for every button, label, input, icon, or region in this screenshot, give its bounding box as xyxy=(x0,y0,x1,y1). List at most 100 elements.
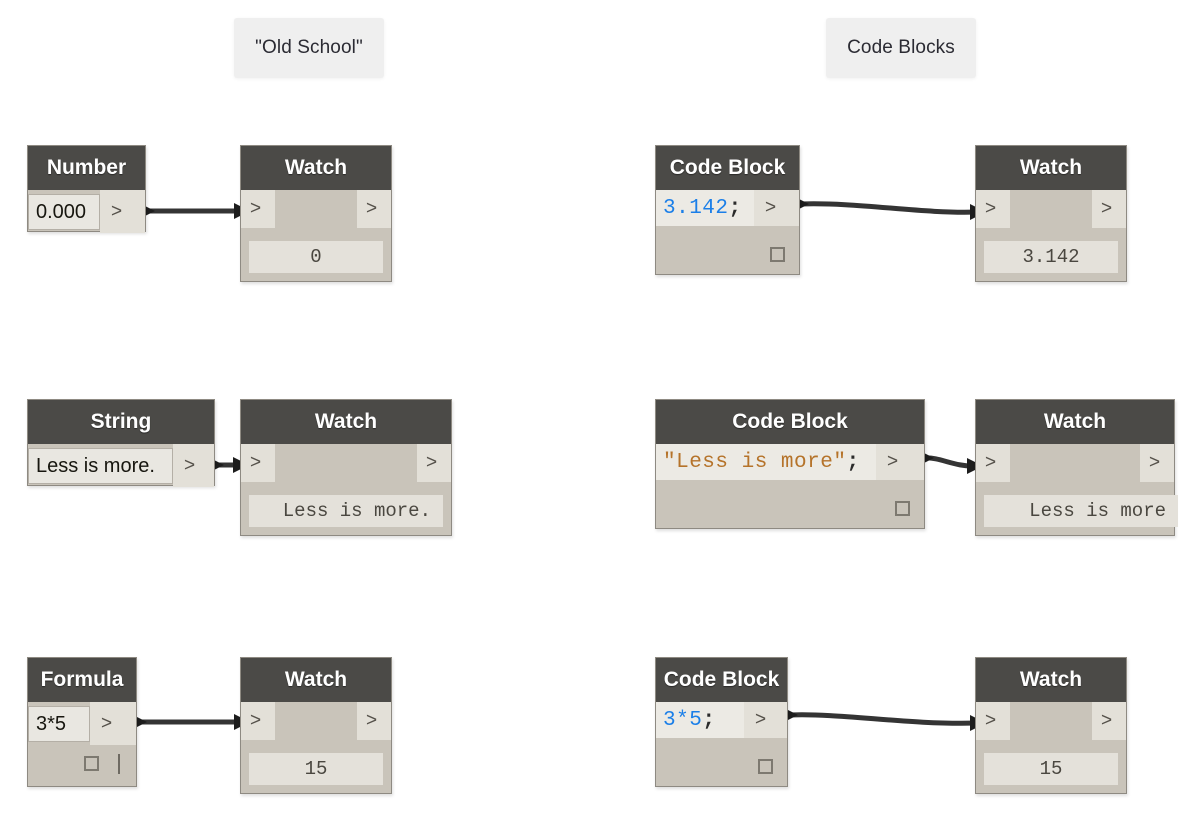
watch-number-value-text: 0 xyxy=(310,246,322,268)
node-string[interactable]: String Less is more. > xyxy=(27,399,215,487)
codeblock-formula-output-port[interactable]: > xyxy=(744,702,787,738)
codeblock-formula-literal: 3*5 xyxy=(663,708,703,732)
number-value-text: 0.000 xyxy=(36,200,87,223)
node-formula-port-row: 3*5 > xyxy=(28,702,136,745)
watch-cb-string-port-row: > > xyxy=(976,444,1174,482)
node-codeblock-number-title: Code Block xyxy=(669,156,786,179)
node-watch-string[interactable]: Watch > > Less is more. xyxy=(240,399,452,536)
string-value-text: Less is more. xyxy=(36,454,155,477)
chevron-right-icon: > xyxy=(250,710,262,731)
node-watch-string-header: Watch xyxy=(241,400,451,444)
node-watch-codeblock-formula-header: Watch xyxy=(976,658,1126,702)
chevron-right-icon: > xyxy=(887,451,899,472)
watch-formula-input-port[interactable]: > xyxy=(241,702,275,740)
watch-cb-number-input-port[interactable]: > xyxy=(976,190,1010,228)
watch-cb-string-value-text: Less is more xyxy=(1029,500,1166,522)
node-watch-number-title: Watch xyxy=(284,156,348,179)
node-string-port-row: Less is more. > xyxy=(28,444,214,487)
codeblock-string-output-port[interactable]: > xyxy=(876,444,924,480)
node-formula[interactable]: Formula 3*5 > xyxy=(27,657,137,787)
node-codeblock-number[interactable]: Code Block 3.142; > xyxy=(655,145,800,275)
caption-code-blocks-label: Code Blocks xyxy=(847,37,955,58)
watch-cb-number-port-spacer xyxy=(1010,190,1092,228)
string-output-port[interactable]: > xyxy=(173,444,214,487)
node-codeblock-formula[interactable]: Code Block 3*5; > xyxy=(655,657,788,787)
watch-cb-string-output-port[interactable]: > xyxy=(1140,444,1174,482)
node-watch-formula-header: Watch xyxy=(241,658,391,702)
codeblock-formula-resize-checkbox[interactable] xyxy=(758,759,773,774)
formula-value-input[interactable]: 3*5 xyxy=(28,706,90,742)
chevron-right-icon: > xyxy=(426,452,438,473)
codeblock-number-resize-checkbox[interactable] xyxy=(770,247,785,262)
chevron-right-icon: > xyxy=(1101,710,1113,731)
chevron-right-icon: > xyxy=(985,452,997,473)
watch-string-input-port[interactable]: > xyxy=(241,444,275,482)
node-watch-string-body: > > Less is more. xyxy=(241,444,451,537)
node-codeblock-string-body: "Less is more"; > xyxy=(656,444,924,530)
node-codeblock-string[interactable]: Code Block "Less is more"; > xyxy=(655,399,925,529)
codeblock-formula-code-input[interactable]: 3*5; xyxy=(656,702,744,738)
watch-formula-port-spacer xyxy=(275,702,357,740)
watch-cb-formula-port-row: > > xyxy=(976,702,1126,740)
watch-cb-formula-input-port[interactable]: > xyxy=(976,702,1010,740)
node-watch-number[interactable]: Watch > > 0 xyxy=(240,145,392,282)
codeblock-string-code-input[interactable]: "Less is more"; xyxy=(656,444,876,480)
watch-formula-output-port[interactable]: > xyxy=(357,702,391,740)
watch-string-output-port[interactable]: > xyxy=(417,444,451,482)
node-codeblock-formula-title: Code Block xyxy=(663,668,780,691)
dynamo-graph-canvas[interactable]: "Old School" Code Blocks Number 0.000 > … xyxy=(0,0,1200,818)
codeblock-formula-terminator: ; xyxy=(702,708,716,732)
chevron-right-icon: > xyxy=(985,198,997,219)
watch-string-value: Less is more. xyxy=(249,495,443,527)
node-formula-body: 3*5 > xyxy=(28,702,136,788)
node-watch-codeblock-number-title: Watch xyxy=(1019,156,1083,179)
watch-cb-string-input-port[interactable]: > xyxy=(976,444,1010,482)
node-formula-header: Formula xyxy=(28,658,136,702)
chevron-right-icon: > xyxy=(1149,452,1161,473)
node-watch-codeblock-number[interactable]: Watch > > 3.142 xyxy=(975,145,1127,282)
codeblock-string-literal: "Less is more" xyxy=(663,450,847,474)
chevron-right-icon: > xyxy=(366,198,378,219)
node-watch-number-body: > > 0 xyxy=(241,190,391,283)
formula-resize-checkbox[interactable] xyxy=(84,756,99,771)
watch-cb-number-value-text: 3.142 xyxy=(1022,246,1080,268)
watch-number-input-port[interactable]: > xyxy=(241,190,275,228)
codeblock-number-output-port[interactable]: > xyxy=(754,190,799,226)
wire-codeblock-to-watch-2 xyxy=(922,455,978,469)
node-watch-codeblock-string-body: > > Less is more xyxy=(976,444,1178,537)
node-codeblock-number-body: 3.142; > xyxy=(656,190,799,276)
number-value-input[interactable]: 0.000 xyxy=(28,194,100,230)
node-watch-codeblock-string[interactable]: Watch > > Less is more xyxy=(975,399,1178,537)
codeblock-string-resize-checkbox[interactable] xyxy=(895,501,910,516)
string-value-input[interactable]: Less is more. xyxy=(28,448,173,484)
node-number-title: Number xyxy=(46,156,127,179)
caption-old-school: "Old School" xyxy=(234,18,384,78)
formula-output-port[interactable]: > xyxy=(90,702,136,745)
watch-number-output-port[interactable]: > xyxy=(357,190,391,228)
watch-formula-value-text: 15 xyxy=(304,758,328,780)
node-watch-codeblock-string-header: Watch xyxy=(976,400,1174,444)
codeblock-number-code-input[interactable]: 3.142; xyxy=(656,190,754,226)
watch-formula-port-row: > > xyxy=(241,702,391,740)
chevron-right-icon: > xyxy=(1101,198,1113,219)
watch-cb-formula-port-spacer xyxy=(1010,702,1092,740)
node-watch-formula-title: Watch xyxy=(284,668,348,691)
node-codeblock-number-header: Code Block xyxy=(656,146,799,190)
codeblock-string-terminator: ; xyxy=(846,450,860,474)
chevron-right-icon: > xyxy=(184,454,196,476)
number-output-port[interactable]: > xyxy=(100,190,145,233)
node-watch-formula[interactable]: Watch > > 15 xyxy=(240,657,392,794)
node-number[interactable]: Number 0.000 > xyxy=(27,145,146,233)
watch-cb-number-port-row: > > xyxy=(976,190,1126,228)
node-watch-codeblock-number-body: > > 3.142 xyxy=(976,190,1126,283)
node-watch-codeblock-formula-body: > > 15 xyxy=(976,702,1126,795)
watch-cb-formula-output-port[interactable]: > xyxy=(1092,702,1126,740)
chevron-right-icon: > xyxy=(111,200,123,222)
watch-cb-number-output-port[interactable]: > xyxy=(1092,190,1126,228)
caption-old-school-label: "Old School" xyxy=(255,37,363,58)
node-codeblock-string-header: Code Block xyxy=(656,400,924,444)
node-number-port-row: 0.000 > xyxy=(28,190,145,233)
codeblock-number-literal: 3.142 xyxy=(663,196,729,220)
chevron-right-icon: > xyxy=(250,452,262,473)
node-watch-codeblock-formula[interactable]: Watch > > 15 xyxy=(975,657,1127,794)
